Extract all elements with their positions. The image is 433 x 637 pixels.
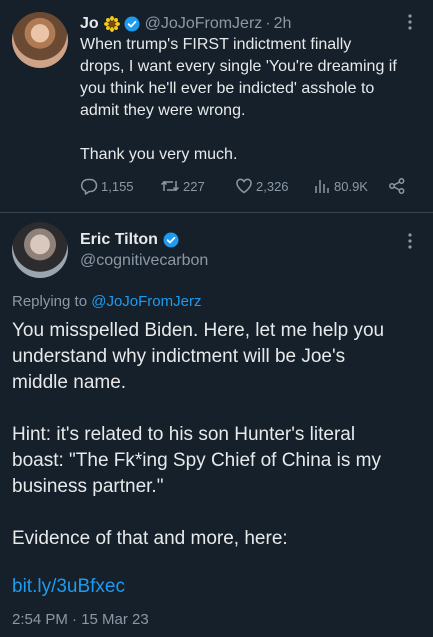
verified-badge-icon bbox=[163, 232, 179, 248]
replying-to-mention[interactable]: @JoJoFromJerz bbox=[91, 293, 201, 310]
separator-dot: · bbox=[265, 15, 271, 32]
tweet-time[interactable]: 2h bbox=[274, 15, 292, 33]
more-icon[interactable] bbox=[402, 231, 418, 251]
tweet-header: Jo @JoJoFromJerz · 2h bbox=[80, 14, 291, 34]
sunflower-icon bbox=[103, 16, 120, 32]
share-button[interactable] bbox=[388, 177, 409, 195]
original-tweet[interactable]: Jo @JoJoFromJerz · 2h When trump's FIRST… bbox=[0, 0, 433, 212]
replying-to: Replying to @JoJoFromJerz bbox=[12, 293, 201, 310]
reply-text-line: boast: "The Fk*ing Spy Chief of China is… bbox=[12, 450, 381, 471]
tweet-text-line: When trump's FIRST indictment finally bbox=[80, 36, 352, 53]
retweet-count: 227 bbox=[183, 178, 205, 194]
avatar-eric[interactable] bbox=[12, 222, 68, 278]
reply-text-line: Evidence of that and more, here: bbox=[12, 528, 288, 549]
reply-text-line: business partner." bbox=[12, 476, 164, 497]
reply-text-line: middle name. bbox=[12, 372, 127, 393]
tweet-text-line: Thank you very much. bbox=[80, 146, 238, 163]
tweet-text-line: drops, I want every single 'You're dream… bbox=[80, 58, 397, 75]
more-icon[interactable] bbox=[402, 12, 418, 32]
views-button[interactable]: 80.9K bbox=[313, 177, 368, 195]
author-name[interactable]: Eric Tilton bbox=[80, 231, 158, 249]
replying-to-label: Replying to bbox=[12, 293, 88, 310]
reply-text-line: understand why indictment will be Joe's bbox=[12, 346, 346, 367]
reply-text-line: You misspelled Biden. Here, let me help … bbox=[12, 320, 385, 341]
share-icon bbox=[389, 178, 405, 194]
tweet-text: When trump's FIRST indictment finally dr… bbox=[80, 34, 420, 166]
evidence-link[interactable]: bit.ly/3uBfxec bbox=[12, 576, 125, 598]
retweet-icon bbox=[160, 180, 180, 192]
views-icon bbox=[315, 180, 329, 193]
like-icon bbox=[236, 178, 252, 194]
author-name-row: Eric Tilton bbox=[80, 231, 179, 249]
author-handle[interactable]: @JoJoFromJerz bbox=[145, 15, 263, 33]
tweet-text-line: admit they were wrong. bbox=[80, 102, 246, 119]
avatar-jo[interactable] bbox=[12, 12, 68, 68]
retweet-button[interactable]: 227 bbox=[160, 177, 205, 195]
views-count: 80.9K bbox=[334, 178, 368, 194]
like-count: 2,326 bbox=[256, 178, 289, 194]
reply-text: You misspelled Biden. Here, let me help … bbox=[12, 318, 422, 552]
author-handle[interactable]: @cognitivecarbon bbox=[80, 252, 208, 270]
author-name[interactable]: Jo bbox=[80, 15, 99, 33]
tweet-text-line: you think he'll ever be indicted' asshol… bbox=[80, 80, 375, 97]
reply-timestamp[interactable]: 2:54 PM · 15 Mar 23 bbox=[12, 611, 149, 628]
like-button[interactable]: 2,326 bbox=[235, 177, 289, 195]
reply-count: 1,155 bbox=[101, 178, 134, 194]
reply-text-line: Hint: it's related to his son Hunter's l… bbox=[12, 424, 356, 445]
tweet-actions: 1,155 227 2,326 80.9K bbox=[80, 176, 410, 196]
verified-badge-icon bbox=[124, 16, 140, 32]
divider bbox=[0, 212, 433, 213]
reply-button[interactable]: 1,155 bbox=[80, 177, 134, 195]
reply-icon bbox=[80, 178, 98, 195]
